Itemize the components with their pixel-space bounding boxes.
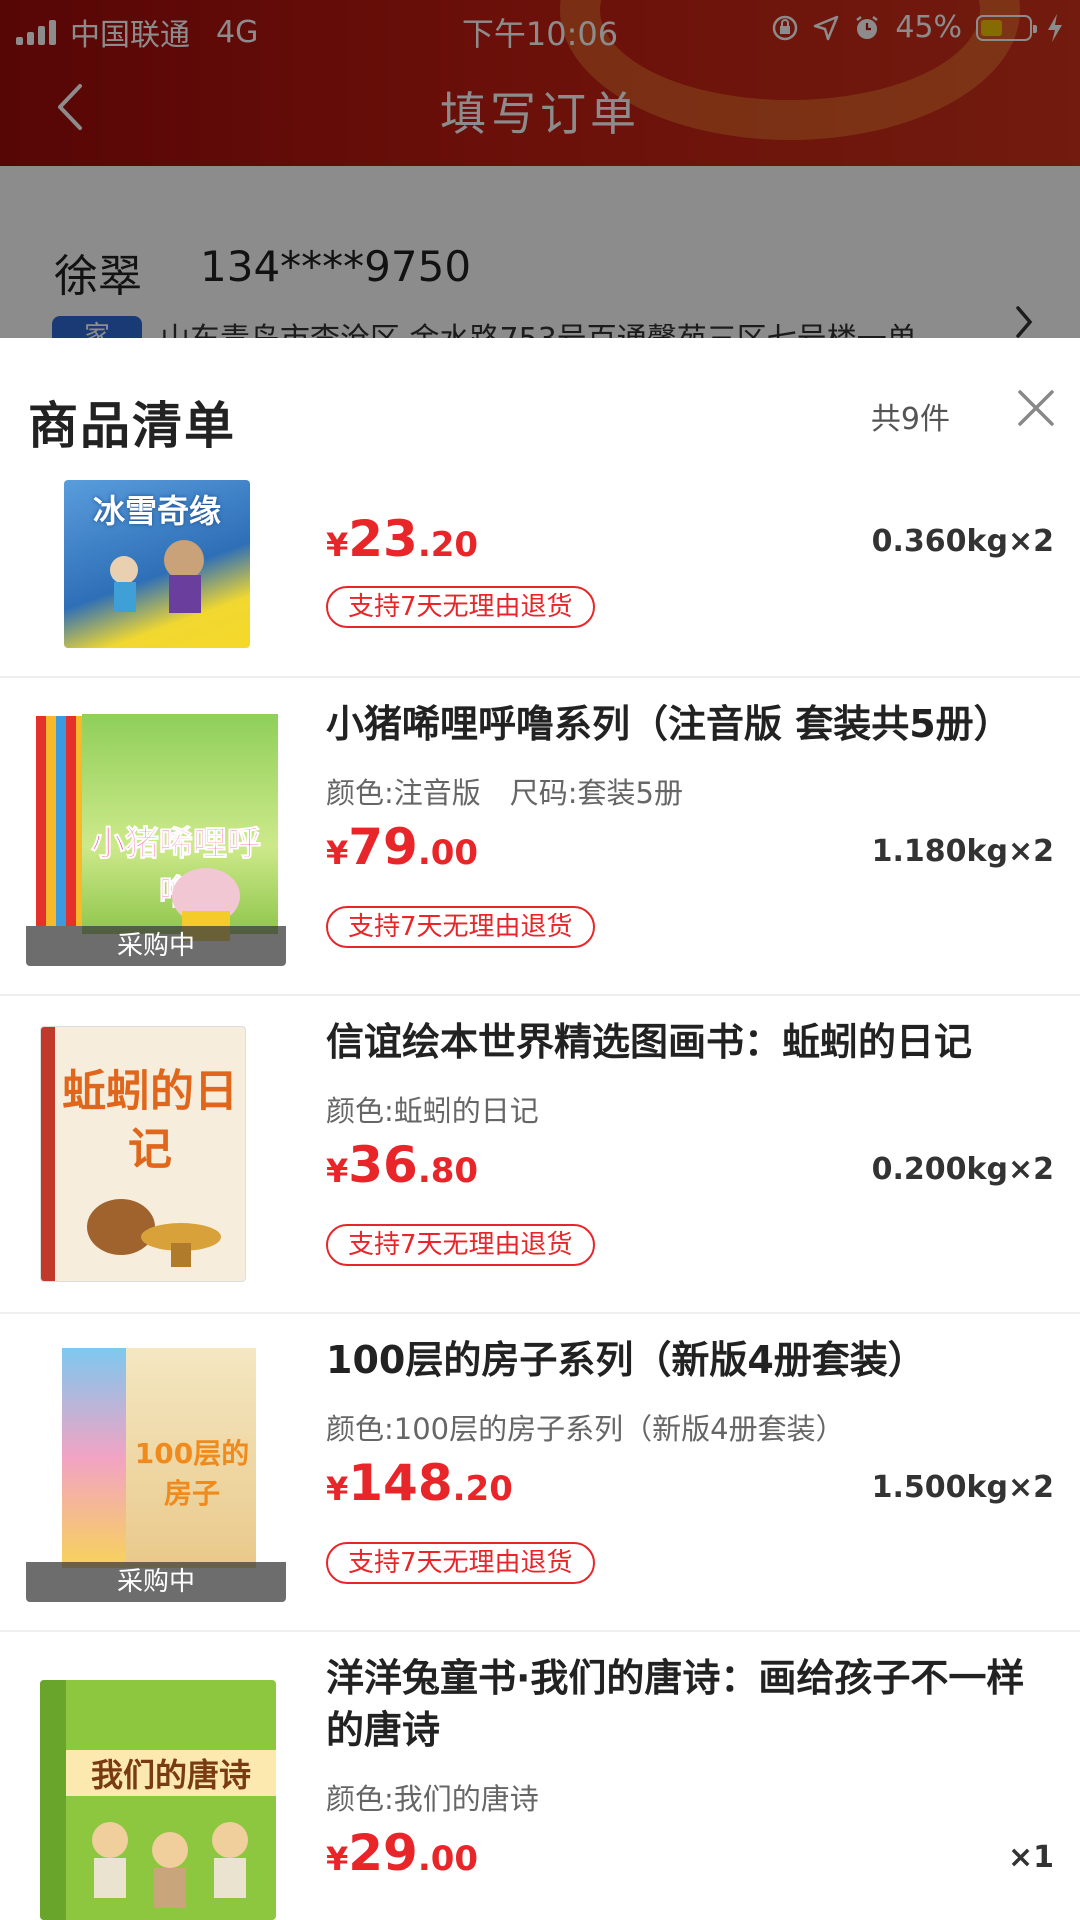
product-price: ¥36.80: [326, 1136, 478, 1194]
product-spec: 颜色:蚯蚓的日记: [326, 1094, 539, 1128]
product-price: ¥23.20: [326, 510, 478, 568]
product-weight: 0.200kg×2: [871, 1152, 1054, 1187]
product-weight: 0.360kg×2: [871, 524, 1054, 559]
price-integer: 23: [348, 510, 418, 568]
product-price: ¥148.20: [326, 1454, 513, 1512]
product-list-sheet: 商品清单 共9件 冰雪奇缘 ¥23.20 0.360kg×2 支持7天无理由退货: [0, 338, 1080, 1920]
price-decimal: .00: [417, 833, 479, 873]
product-title: 100层的房子系列（新版4册套装）: [326, 1338, 926, 1382]
product-list: 冰雪奇缘 ¥23.20 0.360kg×2 支持7天无理由退货 小猪唏哩呼噜: [0, 480, 1080, 1920]
product-price: ¥79.00: [326, 818, 478, 876]
price-decimal: .80: [417, 1151, 479, 1191]
product-cover: 小猪唏哩呼噜 采购中: [26, 706, 286, 966]
price-currency: ¥: [326, 526, 349, 564]
price-integer: 29: [348, 1824, 418, 1882]
list-item[interactable]: 蚯蚓的日记 信谊绘本世界精选图画书：蚯蚓的日记 颜色:蚯蚓的日记 ¥36.80 …: [0, 996, 1080, 1314]
price-integer: 79: [348, 818, 418, 876]
sheet-title: 商品清单: [28, 397, 236, 455]
list-item[interactable]: 我们的唐诗 洋洋兔童书·我们的唐诗：画给孩子不一样的唐诗 颜色:我们的唐诗 ¥2…: [0, 1632, 1080, 1920]
product-cover: 蚯蚓的日记: [40, 1026, 246, 1282]
list-item[interactable]: 小猪唏哩呼噜 采购中 小猪唏哩呼噜系列（注音版 套装共5册） 颜色:注音版 尺码…: [0, 678, 1080, 996]
product-weight: 1.500kg×2: [871, 1470, 1054, 1505]
cover-illustration: [87, 1199, 221, 1267]
purchasing-badge: 采购中: [26, 926, 286, 966]
cover-title: 蚯蚓的日记: [62, 1066, 238, 1175]
return-policy-badge: 支持7天无理由退货: [326, 1542, 595, 1584]
sheet-header: 商品清单 共9件: [0, 338, 1080, 480]
purchasing-badge: 采购中: [26, 1562, 286, 1602]
list-item[interactable]: 100层的房子 采购中 100层的房子系列（新版4册套装） 颜色:100层的房子…: [0, 1314, 1080, 1632]
close-icon[interactable]: [1016, 388, 1056, 428]
cover-title: 100层的房子: [134, 1437, 250, 1510]
cover-illustration: [110, 540, 204, 613]
product-weight: ×1: [1007, 1840, 1054, 1875]
price-decimal: .00: [417, 1839, 479, 1879]
price-integer: 148: [348, 1454, 453, 1512]
product-spec: 颜色:注音版 尺码:套装5册: [326, 776, 683, 810]
price-decimal: .20: [452, 1469, 513, 1509]
product-price: ¥29.00: [326, 1824, 478, 1882]
price-currency: ¥: [326, 1152, 349, 1190]
product-cover: 我们的唐诗: [40, 1680, 276, 1920]
price-integer: 36: [348, 1136, 418, 1194]
product-weight: 1.180kg×2: [871, 834, 1054, 869]
price-currency: ¥: [326, 834, 349, 872]
cover-title: 我们的唐诗: [66, 1750, 276, 1796]
product-cover: 100层的房子 采购中: [26, 1342, 286, 1602]
product-title: 洋洋兔童书·我们的唐诗：画给孩子不一样的唐诗: [326, 1656, 1025, 1752]
list-item[interactable]: 冰雪奇缘 ¥23.20 0.360kg×2 支持7天无理由退货: [0, 480, 1080, 678]
cover-illustration: [92, 1822, 248, 1908]
product-title: 小猪唏哩呼噜系列（注音版 套装共5册）: [326, 702, 1012, 746]
return-policy-badge: 支持7天无理由退货: [326, 586, 595, 628]
cover-title: 冰雪奇缘: [92, 492, 221, 530]
return-policy-badge: 支持7天无理由退货: [326, 906, 595, 948]
item-count: 共9件: [870, 402, 950, 437]
price-currency: ¥: [326, 1840, 349, 1878]
price-decimal: .20: [417, 525, 479, 565]
return-policy-badge: 支持7天无理由退货: [326, 1224, 595, 1266]
price-currency: ¥: [326, 1470, 349, 1508]
product-spec: 颜色:100层的房子系列（新版4册套装）: [326, 1412, 845, 1446]
product-spec: 颜色:我们的唐诗: [326, 1782, 539, 1816]
product-title: 信谊绘本世界精选图画书：蚯蚓的日记: [326, 1020, 973, 1064]
product-cover: 冰雪奇缘: [64, 480, 250, 648]
